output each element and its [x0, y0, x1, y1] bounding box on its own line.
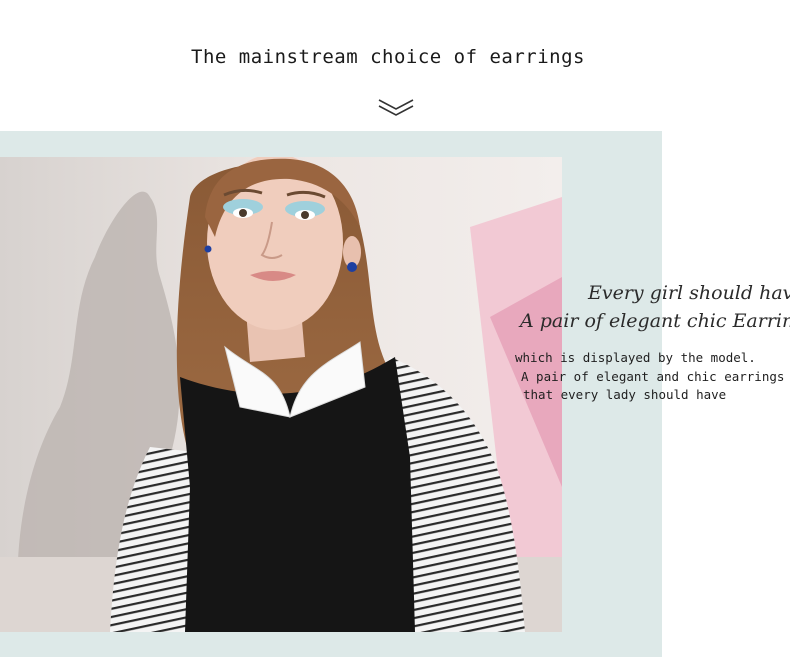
model-photo — [0, 157, 562, 632]
description-line-1: which is displayed by the model. — [515, 350, 756, 365]
tagline-line-1: Every girl should have — [588, 282, 790, 304]
description-line-2: A pair of elegant and chic earrings — [521, 369, 785, 384]
description-line-3: that every lady should have — [523, 387, 727, 402]
double-chevron-down-icon — [378, 99, 414, 116]
tagline-line-2: A pair of elegant chic Earring — [520, 310, 790, 332]
page-heading: The mainstream choice of earrings — [191, 46, 585, 68]
